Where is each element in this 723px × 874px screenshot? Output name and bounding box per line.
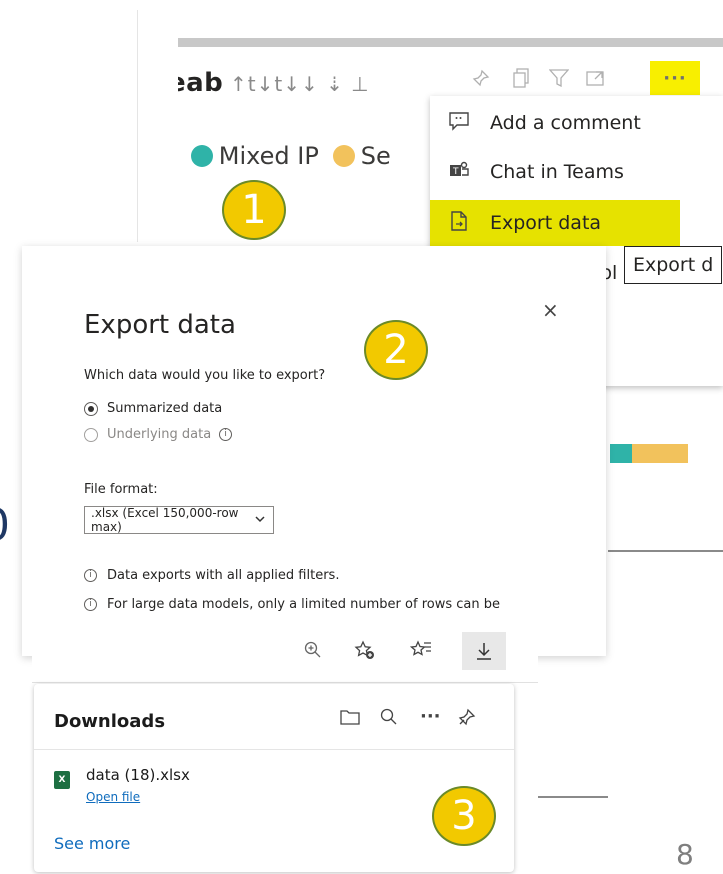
browser-toolbar (32, 618, 538, 683)
export-icon (444, 210, 474, 237)
radio-label-summarized: Summarized data (107, 401, 223, 416)
bar-segment-yellow (632, 444, 688, 463)
radio-button-unselected[interactable] (84, 427, 98, 442)
downloads-button[interactable] (462, 632, 506, 670)
download-icon (477, 643, 491, 660)
chevron-down-icon (255, 513, 265, 526)
downloads-panel: Downloads ··· X data (18).xlsx Open file… (34, 684, 514, 872)
close-icon[interactable]: × (542, 298, 559, 322)
divider-line (137, 10, 138, 242)
export-tooltip: Export d (624, 246, 723, 284)
menu-item-export-data[interactable]: Export data (430, 200, 680, 246)
pin-icon[interactable] (468, 64, 494, 92)
teams-icon: T (444, 160, 474, 185)
radio-underlying-data[interactable]: Underlying data i (84, 427, 233, 442)
focus-mode-icon[interactable] (582, 64, 608, 92)
legend-dot-mixed-ip (190, 145, 213, 167)
note-large-models-text: For large data models, only a limited nu… (107, 597, 500, 612)
menu-label-chat-teams: Chat in Teams (490, 161, 624, 183)
visual-bottom-line (608, 550, 723, 552)
excel-file-icon: X (54, 771, 70, 789)
panel-divider-line (538, 796, 608, 798)
info-icon: i (84, 569, 97, 582)
comment-icon (444, 111, 474, 136)
menu-item-chat-teams[interactable]: T Chat in Teams (430, 150, 680, 194)
page-number: 8 (676, 838, 694, 871)
menu-item-add-comment[interactable]: Add a comment (430, 101, 680, 145)
note-filters: i Data exports with all applied filters. (84, 568, 339, 583)
filter-icon[interactable] (546, 64, 572, 92)
legend-item-mixed-ip: Mixed IP (218, 142, 319, 170)
dialog-title: Export data (84, 310, 236, 340)
export-dialog: Export data × Which data would you like … (22, 246, 606, 656)
more-icon[interactable]: ··· (420, 706, 441, 727)
folder-icon[interactable] (340, 708, 360, 731)
see-more-link[interactable]: See more (54, 834, 130, 853)
visual-top-bar (178, 38, 723, 47)
add-favorite-icon[interactable] (354, 640, 376, 665)
search-icon[interactable] (380, 708, 398, 731)
note-filters-text: Data exports with all applied filters. (107, 568, 340, 583)
radio-label-underlying: Underlying data (107, 427, 212, 442)
note-large-models: i For large data models, only a limited … (84, 597, 500, 612)
menu-label-export-data: Export data (490, 212, 602, 234)
step-marker-3: 3 (432, 786, 496, 846)
pin-icon[interactable] (458, 708, 476, 731)
download-file-name[interactable]: data (18).xlsx (86, 766, 190, 784)
legend: e Mixed IP Se (178, 142, 391, 170)
edge-character: 0 (0, 500, 10, 551)
legend-dot-se (332, 145, 355, 167)
favorites-icon[interactable] (409, 640, 432, 665)
step-marker-1: 1 (222, 180, 286, 240)
visual-title: eab (178, 68, 224, 98)
downloads-title: Downloads (54, 711, 166, 732)
copy-icon[interactable] (508, 64, 534, 92)
info-icon[interactable]: i (219, 428, 233, 441)
more-options-button[interactable]: ··· (650, 61, 700, 95)
svg-text:T: T (452, 167, 459, 177)
legend-item-se: Se (360, 142, 391, 170)
downloads-divider (34, 749, 514, 750)
menu-label-add-comment: Add a comment (490, 112, 641, 134)
bar-segment-teal (610, 444, 632, 463)
step-marker-2: 2 (364, 320, 428, 380)
radio-button-selected[interactable] (84, 401, 98, 416)
radio-summarized-data[interactable]: Summarized data (84, 401, 222, 416)
export-question: Which data would you like to export? (84, 368, 326, 383)
zoom-icon[interactable] (304, 640, 322, 664)
open-file-link[interactable]: Open file (86, 790, 140, 804)
sort-icons[interactable]: ↑t↓t↓↓ ⇣ ⊥ (230, 72, 370, 96)
file-format-select[interactable]: .xlsx (Excel 150,000-row max) (84, 506, 274, 534)
file-format-label: File format: (84, 482, 158, 497)
file-format-value: .xlsx (Excel 150,000-row max) (91, 506, 239, 534)
info-icon: i (84, 598, 97, 611)
